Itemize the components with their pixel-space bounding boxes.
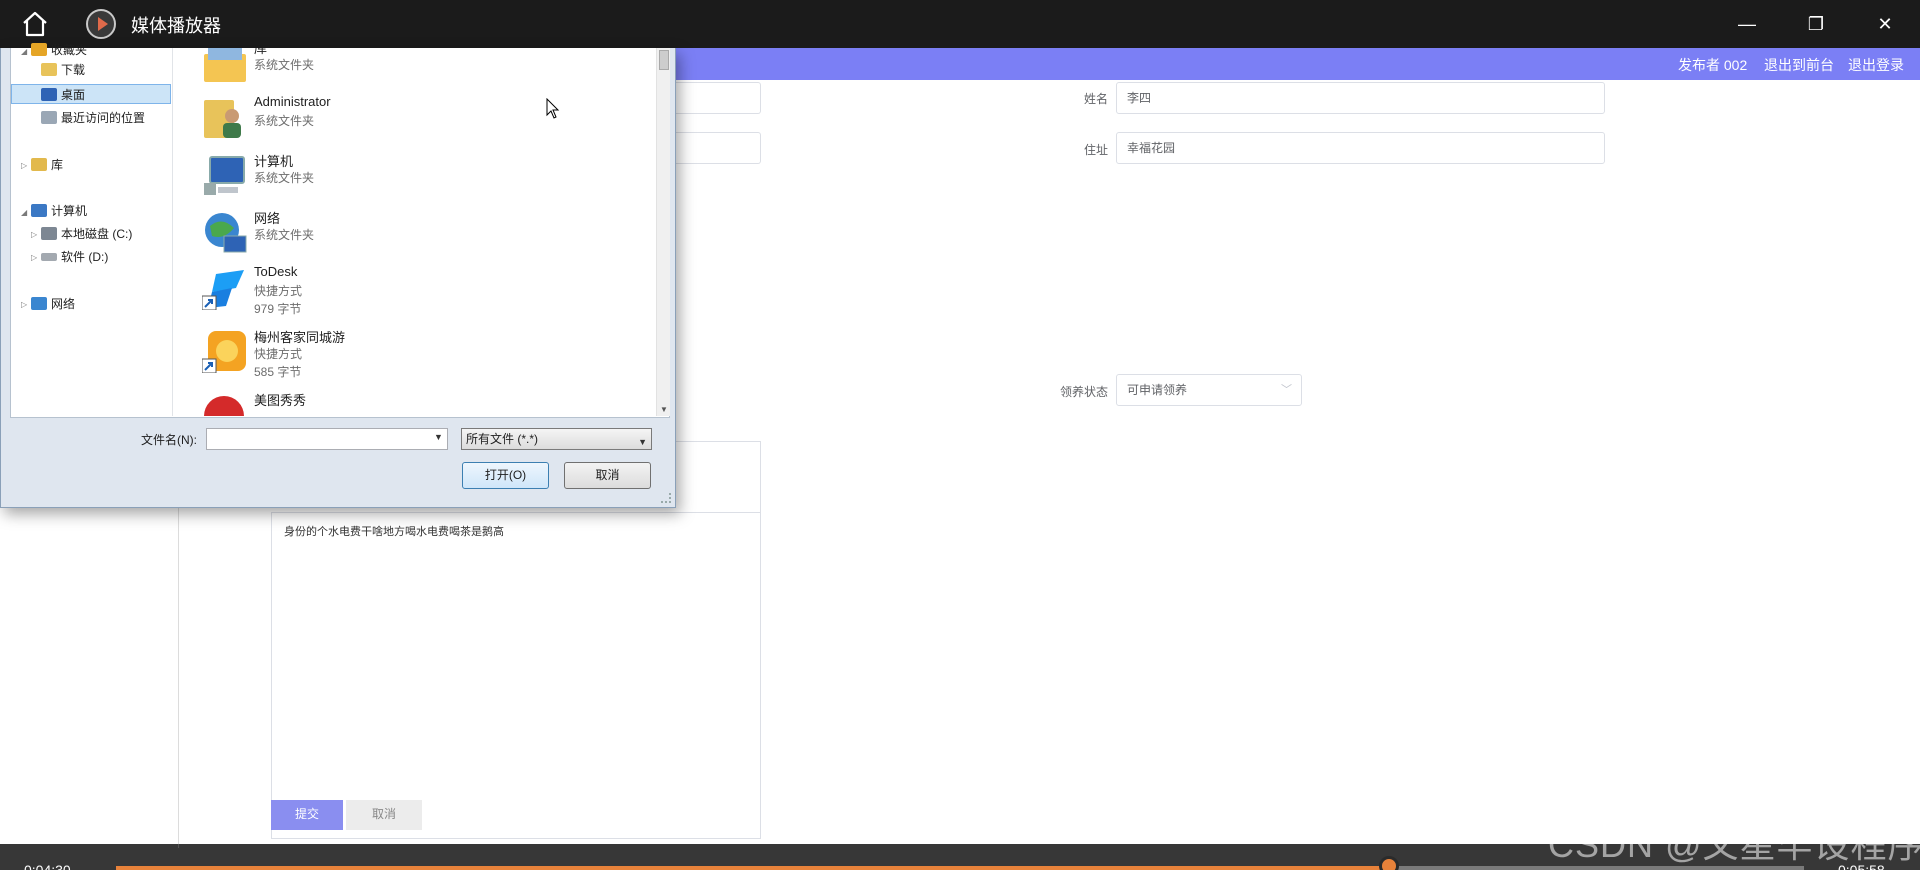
navigation-pane: ◢ 收藏夹 下载 桌面 最近访问的位置 ▷ 库 ◢ 计算机 ▷ 本地磁盘 (C:…: [11, 43, 173, 416]
cancel-button[interactable]: 取消: [346, 800, 422, 830]
file-list-scrollbar[interactable]: ▼: [656, 48, 670, 416]
library-icon: [31, 158, 47, 171]
address-input[interactable]: 幸福花园: [1116, 132, 1605, 164]
submit-button[interactable]: 提交: [271, 800, 343, 830]
close-button[interactable]: ✕: [1850, 0, 1920, 48]
nav-network[interactable]: ▷ 网络: [21, 294, 75, 314]
file-item[interactable]: Administrator 系统文件夹: [174, 90, 634, 146]
chevron-down-icon: ﹀: [1281, 384, 1292, 396]
desktop-icon: [41, 88, 57, 101]
dialog-content: ◢ 收藏夹 下载 桌面 最近访问的位置 ▷ 库 ◢ 计算机 ▷ 本地磁盘 (C:…: [10, 43, 670, 418]
collapsed-triangle-icon: ▷: [31, 230, 38, 239]
name-input[interactable]: 李四: [1116, 82, 1605, 114]
collapsed-triangle-icon: ▷: [21, 161, 28, 170]
chevron-down-icon: ▼: [638, 437, 647, 447]
file-item[interactable]: 计算机 系统文件夹: [174, 147, 634, 203]
seek-bar-fill: [116, 866, 1389, 870]
scroll-down-arrow-icon[interactable]: ▼: [660, 405, 668, 414]
library-icon: [204, 48, 246, 82]
meitu-icon: [204, 396, 244, 416]
open-file-dialog: ◢ 收藏夹 下载 桌面 最近访问的位置 ▷ 库 ◢ 计算机 ▷ 本地磁盘 (C:…: [0, 43, 676, 508]
current-time: 0:04:30: [24, 862, 71, 870]
seek-thumb[interactable]: [1378, 856, 1399, 870]
recent-places-icon: [41, 111, 57, 124]
network-icon: [31, 297, 47, 310]
app-shortcut-icon: [202, 331, 246, 373]
media-player-titlebar: 媒体播放器 — ❐ ✕: [0, 0, 1920, 48]
name-label: 姓名: [1083, 92, 1108, 106]
publisher-label: 发布者 002: [1678, 57, 1748, 73]
filename-input[interactable]: [206, 428, 448, 450]
collapsed-triangle-icon: ▷: [31, 253, 38, 262]
drive-icon: [41, 253, 57, 261]
todesk-icon: [202, 270, 244, 310]
network-icon: [205, 213, 247, 253]
nav-computer[interactable]: ◢ 计算机: [21, 201, 87, 221]
file-list: 库 系统文件夹 Administrator 系统文件夹 计算机 系统文件夹 网络…: [174, 48, 654, 416]
resize-grip-icon[interactable]: [661, 493, 671, 503]
address-label: 住址: [1083, 143, 1108, 157]
file-item[interactable]: 梅州客家同城游 快捷方式 585 字节: [174, 323, 634, 379]
nav-desktop[interactable]: 桌面: [11, 84, 171, 104]
nav-recent[interactable]: 最近访问的位置: [41, 108, 145, 128]
file-item[interactable]: 网络 系统文件夹: [174, 204, 634, 260]
adoption-status-select[interactable]: 可申请领养 ﹀: [1116, 374, 1302, 406]
file-item[interactable]: 美图秀秀: [174, 386, 634, 416]
nav-favorites[interactable]: ◢ 收藏夹: [21, 40, 87, 60]
nav-drive-d[interactable]: ▷ 软件 (D:): [31, 247, 108, 267]
user-folder-icon: [204, 100, 241, 138]
window-title: 媒体播放器: [131, 16, 221, 36]
star-icon: [31, 43, 47, 56]
collapsed-triangle-icon: ▷: [21, 300, 28, 309]
nav-libraries[interactable]: ▷ 库: [21, 155, 63, 175]
open-button[interactable]: 打开(O): [462, 462, 549, 489]
adoption-status-value: 可申请领养: [1127, 383, 1188, 397]
file-item[interactable]: 库 系统文件夹: [174, 48, 634, 90]
mouse-cursor-icon: [546, 98, 560, 119]
minimize-button[interactable]: —: [1712, 0, 1782, 48]
file-type-select[interactable]: 所有文件 (*.*) ▼: [461, 428, 652, 450]
file-item[interactable]: ToDesk 快捷方式 979 字节: [174, 260, 634, 316]
expanded-triangle-icon: ◢: [21, 208, 28, 217]
nav-downloads[interactable]: 下载: [41, 60, 85, 80]
drive-icon: [41, 227, 57, 240]
divider: [178, 508, 179, 848]
computer-icon: [204, 156, 245, 195]
adoption-status-label: 领养状态: [1059, 385, 1108, 399]
nav-drive-c[interactable]: ▷ 本地磁盘 (C:): [31, 224, 132, 244]
logout-link[interactable]: 退出登录: [1848, 55, 1904, 75]
watermark: CSDN @文星毕设程序: [1548, 824, 1920, 865]
expanded-triangle-icon: ◢: [21, 47, 28, 56]
dialog-cancel-button[interactable]: 取消: [564, 462, 651, 489]
description-textarea[interactable]: 身份的个水电费干啥地方喝水电费喝茶是鹅高: [271, 512, 761, 839]
filename-label: 文件名(N):: [141, 433, 197, 447]
maximize-button[interactable]: ❐: [1781, 0, 1851, 48]
computer-icon: [31, 204, 47, 217]
scrollbar-thumb[interactable]: [659, 50, 669, 70]
exit-to-front-link[interactable]: 退出到前台: [1764, 55, 1834, 75]
home-icon[interactable]: [20, 10, 50, 38]
downloads-folder-icon: [41, 63, 57, 76]
media-player-logo-icon: [86, 9, 116, 39]
